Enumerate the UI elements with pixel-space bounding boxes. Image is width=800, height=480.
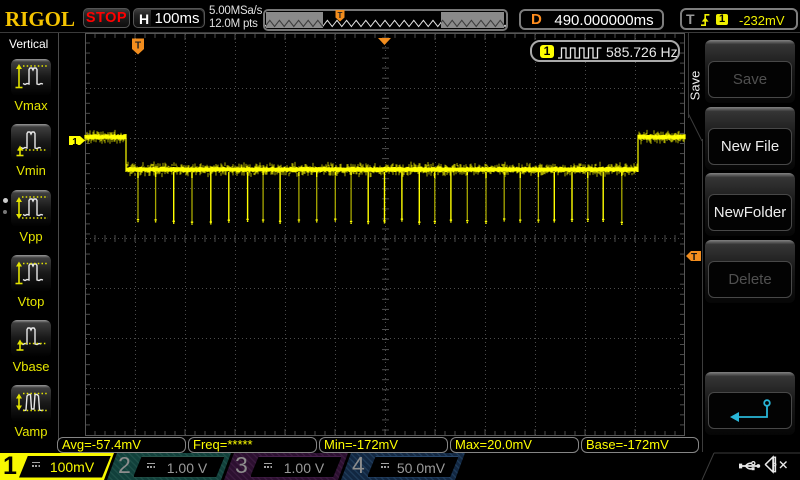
svg-text:T: T [135, 41, 141, 52]
svg-text:T: T [691, 252, 697, 263]
svg-text:1: 1 [72, 137, 78, 148]
